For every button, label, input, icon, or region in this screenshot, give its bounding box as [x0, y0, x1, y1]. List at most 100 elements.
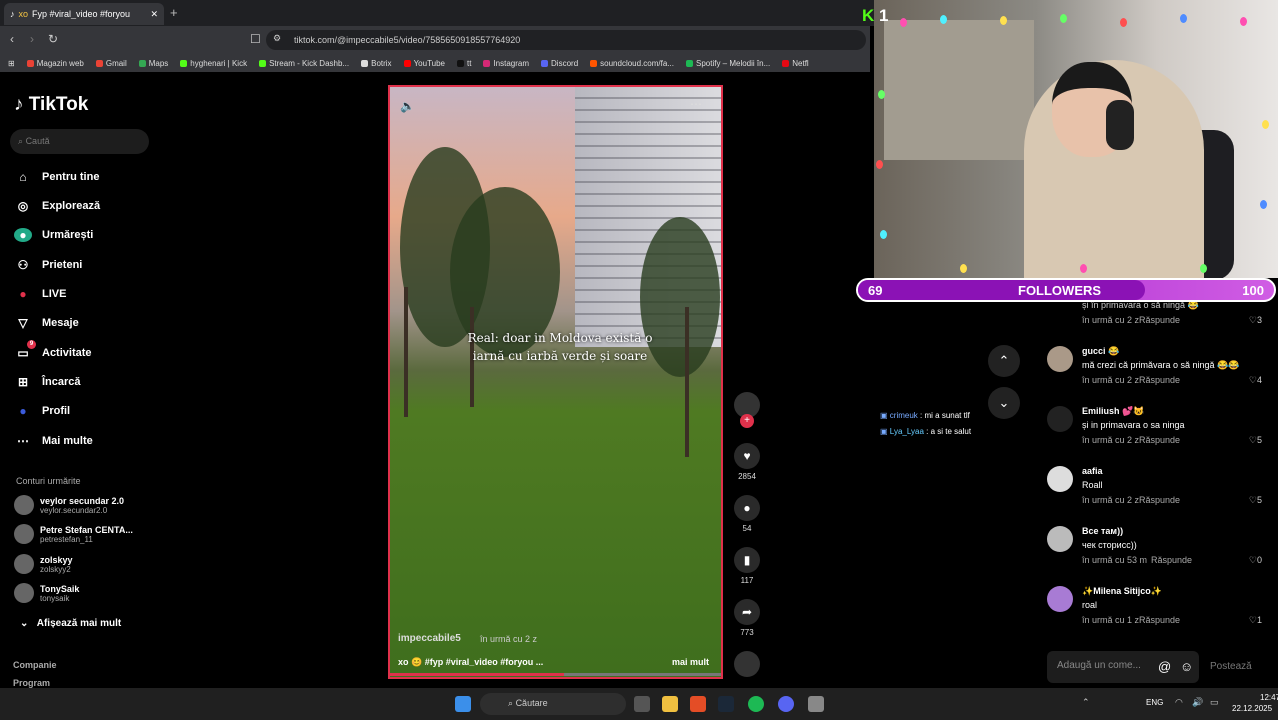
- bookmark-item[interactable]: tt: [457, 59, 471, 68]
- followed-account[interactable]: Petre Stefan CENTA... petrestefan_11: [14, 524, 133, 544]
- language-indicator[interactable]: ENG: [1146, 698, 1163, 707]
- video-player[interactable]: 🔈 ⋯ Real: doar in Moldova există o iarnă…: [388, 85, 723, 679]
- more-options-icon[interactable]: ⋯: [690, 97, 702, 111]
- like-button[interactable]: ♥ 2854: [734, 443, 760, 481]
- apps-grid-icon[interactable]: ⊞: [8, 59, 15, 68]
- bookmark-item[interactable]: Maps: [139, 59, 169, 68]
- comment-item: gucci 😂 mă crezi că primăvara o să ningă…: [1047, 346, 1262, 391]
- bookmark-item[interactable]: Spotify – Melodii în...: [686, 59, 770, 68]
- comment-button[interactable]: ● 54: [734, 495, 760, 533]
- messages-icon: ▽: [18, 316, 28, 330]
- previous-video-button[interactable]: ⌃: [988, 345, 1020, 377]
- reply-button[interactable]: Răspunde: [1139, 375, 1180, 385]
- reply-button[interactable]: Răspunde: [1139, 615, 1180, 625]
- bookmark-item[interactable]: soundcloud.com/fa...: [590, 59, 674, 68]
- show-more-button[interactable]: ⌄ Afișează mai mult: [20, 618, 121, 629]
- bookmark-item[interactable]: Botrix: [361, 59, 391, 68]
- reply-button[interactable]: Răspunde: [1139, 435, 1180, 445]
- back-icon[interactable]: ‹: [10, 32, 14, 46]
- video-tree-trunk: [404, 287, 408, 417]
- reply-button[interactable]: Răspunde: [1139, 315, 1180, 325]
- bookmark-item[interactable]: Gmail: [96, 59, 127, 68]
- battery-icon[interactable]: ▭: [1210, 697, 1219, 708]
- christmas-light: [1200, 264, 1207, 273]
- search-input[interactable]: ⌕ Caută: [10, 129, 149, 154]
- comment-like-button[interactable]: ♡5: [1249, 495, 1262, 506]
- video-author[interactable]: impeccabile5: [398, 633, 461, 644]
- bookmark-item[interactable]: YouTube: [404, 59, 445, 68]
- windows-start-icon[interactable]: [455, 696, 471, 712]
- comment-item: ааfiа Roall în urmă cu 2 z Răspunde ♡5: [1047, 466, 1262, 511]
- bookmark-item[interactable]: Discord: [541, 59, 578, 68]
- share-button[interactable]: ➦ 773: [734, 599, 760, 637]
- bookmark-item[interactable]: hyghenari | Kick: [180, 59, 247, 68]
- live-icon: ●: [19, 287, 27, 301]
- bookmark-item[interactable]: Stream - Kick Dashb...: [259, 59, 349, 68]
- volume-tray-icon[interactable]: 🔊: [1192, 697, 1203, 708]
- comment-input[interactable]: Adaugă un come...: [1047, 651, 1199, 683]
- sidebar-item-profile[interactable]: ● Profil: [14, 404, 70, 418]
- site-info-icon[interactable]: ⚙: [273, 33, 281, 44]
- footer-link[interactable]: Program: [13, 678, 50, 688]
- headphones-icon: [1106, 100, 1134, 150]
- browser-tab[interactable]: ♪ xo Fyp #viral_video #foryou ✕: [4, 3, 164, 25]
- sidebar-item-activity[interactable]: ▭ 9 Activitate: [14, 340, 92, 360]
- description-more-button[interactable]: mai mult: [672, 657, 709, 667]
- new-tab-icon[interactable]: +: [170, 5, 178, 20]
- bookmark-item[interactable]: Instagram: [483, 59, 529, 68]
- bookmark-item[interactable]: Netfl: [782, 59, 808, 68]
- steam-icon[interactable]: [718, 696, 734, 712]
- followed-account[interactable]: zolskyy zolskyy2: [14, 554, 73, 574]
- forward-icon[interactable]: ›: [30, 32, 34, 46]
- comment-like-button[interactable]: ♡3: [1249, 315, 1262, 326]
- reload-icon[interactable]: ↻: [48, 32, 58, 46]
- sidebar-item-messages[interactable]: ▽ Mesaje: [14, 316, 78, 330]
- file-explorer-icon[interactable]: [662, 696, 678, 712]
- comment-like-button[interactable]: ♡1: [1249, 615, 1262, 626]
- video-progress-bar[interactable]: [390, 673, 721, 676]
- bookmark-page-icon[interactable]: ☐: [250, 32, 261, 46]
- sidebar-item-following[interactable]: ● Urmărești: [14, 228, 93, 242]
- sidebar-item-more[interactable]: ⋯ Mai multe: [14, 434, 93, 448]
- save-button[interactable]: ▮ 117: [734, 547, 760, 585]
- brave-browser-icon[interactable]: [690, 696, 706, 712]
- followed-account[interactable]: veylor secundar 2.0 veylor.secundar2.0: [14, 495, 124, 515]
- spotify-icon[interactable]: [748, 696, 764, 712]
- reply-button[interactable]: Răspunde: [1139, 495, 1180, 505]
- sidebar-item-live[interactable]: ● LIVE: [14, 287, 66, 301]
- sidebar-item-for-you[interactable]: ⌂ Pentru tine: [14, 170, 99, 184]
- bookmark-item[interactable]: Magazin web: [27, 59, 84, 68]
- comment-like-button[interactable]: ♡4: [1249, 375, 1262, 386]
- follow-plus-icon[interactable]: +: [740, 414, 754, 428]
- wifi-icon[interactable]: ◠: [1175, 697, 1183, 708]
- address-bar[interactable]: tiktok.com/@impeccabile5/video/758565091…: [266, 30, 866, 50]
- sound-disc[interactable]: [734, 651, 760, 677]
- taskbar-clock[interactable]: 12:47 22.12.2025: [1232, 693, 1278, 715]
- reply-button[interactable]: Răspunde: [1151, 555, 1192, 565]
- webcam-overlay: [874, 0, 1278, 278]
- close-tab-icon[interactable]: ✕: [150, 9, 158, 20]
- video-description[interactable]: xo 😊 #fyp #viral_video #foryou ...: [398, 657, 543, 668]
- bookmark-icon: ▮: [734, 547, 760, 573]
- settings-icon[interactable]: [808, 696, 824, 712]
- kick-logo-icon: K: [862, 6, 875, 25]
- volume-icon[interactable]: 🔈: [400, 99, 415, 113]
- tray-expand-icon[interactable]: ⌃: [1082, 697, 1090, 708]
- heart-outline-icon: ♡: [1248, 615, 1257, 625]
- comment-like-button[interactable]: ♡5: [1249, 435, 1262, 446]
- comment-like-button[interactable]: ♡0: [1249, 555, 1262, 566]
- followed-account[interactable]: TonySaik tonysaik: [14, 583, 79, 603]
- mention-icon[interactable]: @: [1158, 659, 1171, 674]
- discord-icon[interactable]: [778, 696, 794, 712]
- sidebar-item-upload[interactable]: ⊞ Încarcă: [14, 375, 81, 389]
- next-video-button[interactable]: ⌄: [988, 387, 1020, 419]
- task-view-icon[interactable]: [634, 696, 650, 712]
- emoji-icon[interactable]: ☺: [1180, 659, 1193, 674]
- taskbar-search[interactable]: ⌕ Căutare: [480, 693, 626, 715]
- footer-link[interactable]: Companie: [13, 660, 57, 670]
- avatar: [1047, 406, 1073, 432]
- sidebar-item-friends[interactable]: ⚇ Prieteni: [14, 258, 83, 272]
- sidebar-item-explore[interactable]: ◎ Explorează: [14, 199, 100, 213]
- post-comment-button[interactable]: Postează: [1210, 661, 1252, 672]
- tiktok-logo[interactable]: ♪ TikTok: [14, 94, 88, 116]
